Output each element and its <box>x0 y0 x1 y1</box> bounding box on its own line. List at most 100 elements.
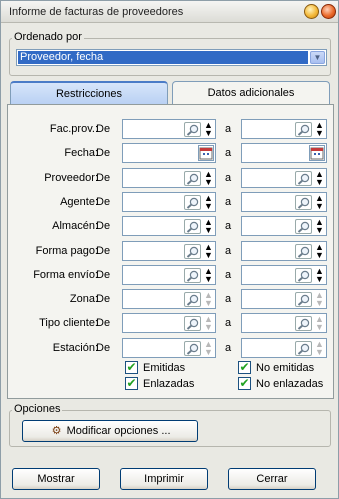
search-icon[interactable] <box>295 340 312 356</box>
search-icon[interactable] <box>295 243 312 259</box>
from-input[interactable]: ▲ ▼ <box>122 119 216 139</box>
filter-label: Forma envío: <box>33 268 98 281</box>
from-input[interactable]: ▲ ▼ <box>122 191 216 212</box>
to-input[interactable] <box>241 143 327 164</box>
search-icon[interactable] <box>184 292 201 308</box>
from-input[interactable]: ▲ ▼ <box>122 289 216 310</box>
from-label: De <box>96 171 111 184</box>
stepper-icon[interactable]: ▲ ▼ <box>203 291 214 308</box>
stepper-icon[interactable]: ▲ ▼ <box>314 242 325 260</box>
to-input[interactable]: ▲ ▼ <box>241 240 327 261</box>
cerrar-button[interactable]: Cerrar <box>228 468 316 490</box>
tab-datos-adicionales[interactable]: Datos adicionales <box>172 81 330 105</box>
opciones-legend: Opciones <box>12 403 63 415</box>
to-label: a <box>225 220 232 233</box>
stepper-icon[interactable]: ▲ ▼ <box>203 121 214 138</box>
stepper-icon[interactable]: ▲ ▼ <box>314 193 325 211</box>
mostrar-button[interactable]: Mostrar <box>12 468 100 490</box>
from-label: De <box>96 341 111 354</box>
search-icon[interactable] <box>184 243 201 259</box>
search-icon[interactable] <box>184 316 201 332</box>
ordenado-por-legend: Ordenado por <box>12 31 84 43</box>
search-icon[interactable] <box>184 267 201 283</box>
stepper-icon[interactable]: ▲ ▼ <box>314 121 325 138</box>
from-input[interactable]: ▲ ▼ <box>122 167 216 188</box>
tab-restricciones-label: Restricciones <box>55 88 123 100</box>
to-label: a <box>225 147 232 160</box>
search-icon[interactable] <box>295 219 312 235</box>
stepper-icon[interactable]: ▲ ▼ <box>314 266 325 284</box>
stepper-icon[interactable]: ▲ ▼ <box>203 242 214 260</box>
to-input[interactable]: ▲ ▼ <box>241 289 327 310</box>
search-icon[interactable] <box>184 194 201 210</box>
search-icon[interactable] <box>295 292 312 308</box>
stepper-icon[interactable]: ▲ ▼ <box>203 193 214 211</box>
search-icon[interactable] <box>295 316 312 332</box>
filter-row: Almacén: De a ▲ ▼ ▲ ▼ <box>8 216 335 237</box>
filter-row: Forma envío: De a ▲ ▼ ▲ ▼ <box>8 264 335 285</box>
search-icon[interactable] <box>184 122 201 137</box>
search-icon[interactable] <box>184 170 201 186</box>
to-input[interactable]: ▲ ▼ <box>241 216 327 237</box>
from-input[interactable]: ▲ ▼ <box>122 216 216 237</box>
checkbox-label: No enlazadas <box>256 378 324 390</box>
filter-row: Tipo cliente: De a ▲ ▼ ▲ ▼ <box>8 313 335 334</box>
from-input[interactable]: ▲ ▼ <box>122 264 216 285</box>
search-icon[interactable] <box>295 170 312 186</box>
from-label: De <box>96 268 111 281</box>
checkmark-icon[interactable]: ✔ <box>125 377 138 390</box>
calendar-icon[interactable] <box>309 145 325 162</box>
order-by-select[interactable]: Proveedor, fecha ▼ <box>16 49 327 66</box>
checkmark-icon[interactable]: ✔ <box>238 377 251 390</box>
stepper-icon[interactable]: ▲ ▼ <box>203 169 214 187</box>
from-label: De <box>96 220 111 233</box>
calendar-icon[interactable] <box>198 145 214 162</box>
imprimir-label: Imprimir <box>144 473 184 485</box>
imprimir-button[interactable]: Imprimir <box>120 468 208 490</box>
checkmark-icon[interactable]: ✔ <box>125 361 138 374</box>
search-icon[interactable] <box>295 122 312 137</box>
from-input[interactable]: ▲ ▼ <box>122 337 216 358</box>
to-label: a <box>225 317 232 330</box>
filter-row: Agente: De a ▲ ▼ ▲ ▼ <box>8 191 335 212</box>
minimize-button[interactable] <box>304 4 319 19</box>
stepper-icon[interactable]: ▲ ▼ <box>314 339 325 357</box>
to-label: a <box>225 123 232 135</box>
modify-options-label: Modificar opciones ... <box>66 425 171 437</box>
report-window: Informe de facturas de proveedores Orden… <box>0 0 339 499</box>
stepper-icon[interactable]: ▲ ▼ <box>314 315 325 332</box>
from-label: De <box>96 244 111 257</box>
from-label: De <box>96 147 111 160</box>
to-input[interactable]: ▲ ▼ <box>241 119 327 139</box>
stepper-icon[interactable]: ▲ ▼ <box>203 266 214 284</box>
from-input[interactable]: ▲ ▼ <box>122 313 216 334</box>
stepper-icon[interactable]: ▲ ▼ <box>203 218 214 235</box>
search-icon[interactable] <box>295 267 312 283</box>
cerrar-label: Cerrar <box>256 473 288 485</box>
checkmark-icon[interactable]: ✔ <box>238 361 251 374</box>
stepper-icon[interactable]: ▲ ▼ <box>314 169 325 187</box>
filter-label: Fac.prov.: <box>49 123 98 135</box>
from-label: De <box>96 293 111 306</box>
from-input[interactable]: ▲ ▼ <box>122 240 216 261</box>
filter-row: Fecha: De a <box>8 143 335 164</box>
to-input[interactable]: ▲ ▼ <box>241 264 327 285</box>
to-input[interactable]: ▲ ▼ <box>241 313 327 334</box>
to-input[interactable]: ▲ ▼ <box>241 191 327 212</box>
stepper-icon[interactable]: ▲ ▼ <box>314 291 325 308</box>
stepper-icon[interactable]: ▲ ▼ <box>203 339 214 357</box>
close-window-button[interactable] <box>321 4 336 19</box>
to-input[interactable]: ▲ ▼ <box>241 337 327 358</box>
to-label: a <box>225 244 232 257</box>
modify-options-button[interactable]: ⚙ Modificar opciones ... <box>22 420 198 442</box>
stepper-icon[interactable]: ▲ ▼ <box>314 218 325 235</box>
chevron-down-icon[interactable]: ▼ <box>310 51 325 64</box>
search-icon[interactable] <box>184 219 201 235</box>
stepper-icon[interactable]: ▲ ▼ <box>203 315 214 332</box>
search-icon[interactable] <box>295 194 312 210</box>
search-icon[interactable] <box>184 340 201 356</box>
from-input[interactable] <box>122 143 216 164</box>
to-input[interactable]: ▲ ▼ <box>241 167 327 188</box>
tab-restricciones[interactable]: Restricciones <box>10 81 168 105</box>
filter-label: Fecha: <box>64 147 98 160</box>
